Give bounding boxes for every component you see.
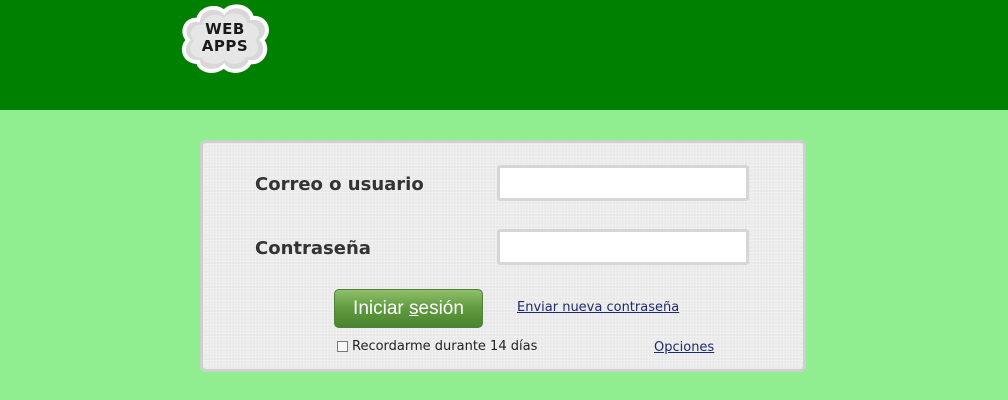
login-button-label-suffix: esión xyxy=(418,298,464,319)
logo-text: WEB APPS xyxy=(178,2,272,74)
remember-me-option[interactable]: Recordarme durante 14 días xyxy=(337,339,537,354)
header-bar: WEB APPS xyxy=(0,0,1008,110)
password-input[interactable] xyxy=(497,229,749,265)
send-new-password-link[interactable]: Enviar nueva contraseña xyxy=(517,300,679,315)
login-button-label-prefix: Iniciar xyxy=(353,298,410,319)
login-button-accesskey: s xyxy=(409,298,419,319)
password-label: Contraseña xyxy=(255,238,371,259)
username-input[interactable] xyxy=(497,165,749,201)
remember-me-checkbox[interactable] xyxy=(337,341,348,352)
logo-line-1: WEB xyxy=(205,20,245,38)
options-link[interactable]: Opciones xyxy=(654,340,714,355)
remember-me-label: Recordarme durante 14 días xyxy=(352,339,538,354)
webapps-logo[interactable]: WEB APPS xyxy=(178,2,272,74)
username-label: Correo o usuario xyxy=(255,174,424,195)
login-button[interactable]: Iniciar sesión xyxy=(334,289,483,328)
logo-line-2: APPS xyxy=(201,37,249,55)
login-panel: Correo o usuario Contraseña Iniciar sesi… xyxy=(200,140,806,372)
